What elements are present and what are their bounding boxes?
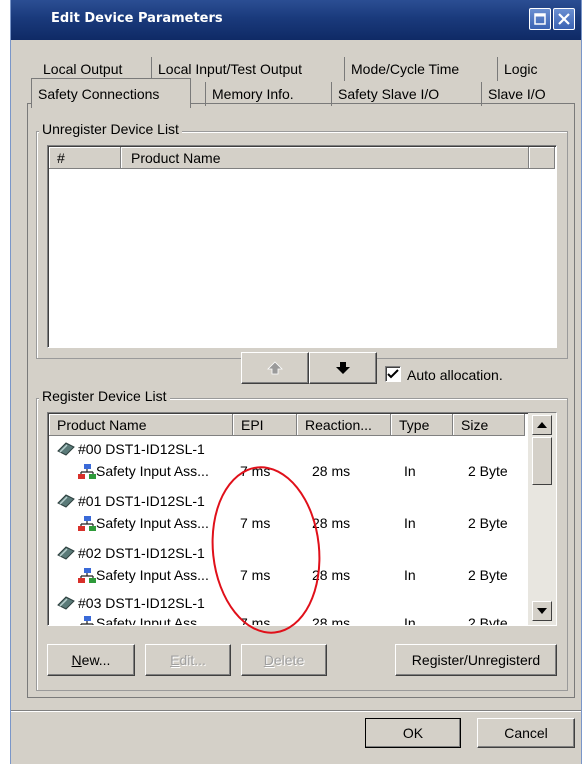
register-list-scrollbar[interactable] — [528, 413, 556, 625]
size-value: 2 Byte — [468, 615, 508, 626]
close-button[interactable] — [553, 8, 575, 30]
title-bar[interactable]: Edit Device Parameters — [11, 0, 581, 40]
unregister-col-blank — [529, 147, 555, 169]
tab-label: Slave I/O — [488, 86, 546, 102]
unregister-device-list[interactable]: # Product Name — [47, 145, 557, 348]
device-row-00[interactable]: #00 DST1-ID12SL-1 Safety Input Ass... 7 … — [48, 437, 526, 483]
device-name: #01 DST1-ID12SL-1 — [78, 493, 205, 509]
device-icon — [57, 494, 75, 508]
device-name: #02 DST1-ID12SL-1 — [78, 545, 205, 561]
arrow-up-icon — [267, 361, 283, 375]
device-icon — [57, 596, 75, 610]
epi-value: 7 ms — [240, 567, 271, 583]
bottom-separator-highlight — [11, 711, 581, 712]
ok-button-label: OK — [402, 725, 424, 741]
type-value: In — [404, 567, 416, 583]
device-row-02[interactable]: #02 DST1-ID12SL-1 Safety Input Ass... 7 … — [48, 541, 526, 587]
auto-allocation-checkbox[interactable] — [385, 366, 401, 382]
cancel-button-label: Cancel — [504, 725, 548, 741]
connection-icon — [78, 568, 96, 583]
scroll-up-arrow-icon — [537, 422, 547, 428]
column-label: # — [57, 149, 65, 166]
move-down-button[interactable] — [309, 352, 377, 384]
type-value: In — [404, 615, 416, 626]
column-label: Size — [461, 416, 489, 433]
tab-label: Memory Info. — [212, 86, 294, 102]
arrow-down-icon — [336, 362, 350, 374]
column-label: Type — [399, 416, 430, 433]
reaction-value: 28 ms — [312, 615, 351, 626]
auto-allocation-label: Auto allocation. — [407, 367, 503, 383]
checkmark-icon — [387, 369, 399, 379]
delete-button-label: Delete — [263, 652, 305, 668]
unregister-group-legend: Unregister Device List — [39, 121, 182, 137]
edit-button-label: Edit... — [170, 652, 206, 668]
tab-label: Local Input/Test Output — [158, 61, 302, 77]
column-label: EPI — [241, 416, 264, 433]
tab-logic[interactable]: Logic — [497, 57, 567, 81]
move-up-button[interactable] — [241, 352, 309, 384]
device-name: #00 DST1-ID12SL-1 — [78, 441, 205, 457]
cancel-button[interactable]: Cancel — [477, 718, 575, 748]
edit-button[interactable]: Edit... — [145, 644, 231, 676]
device-row-03[interactable]: #03 DST1-ID12SL-1 Safety Input Ass 7 ms … — [48, 591, 526, 626]
connection-icon — [78, 464, 96, 479]
scroll-down-arrow-icon — [537, 608, 547, 614]
size-value: 2 Byte — [468, 567, 508, 583]
connection-icon — [78, 516, 96, 531]
register-unregister-label: Register/Unregisterd — [411, 652, 541, 668]
connection-icon — [80, 616, 94, 625]
register-col-reaction[interactable]: Reaction... — [297, 414, 391, 436]
connection-name: Safety Input Ass... — [96, 463, 209, 479]
connection-name: Safety Input Ass — [96, 615, 198, 626]
tab-label: Logic — [504, 61, 538, 77]
device-icon — [57, 546, 75, 560]
tab-label: Safety Connections — [38, 85, 160, 102]
maximize-button[interactable] — [529, 8, 551, 30]
delete-button[interactable]: Delete — [241, 644, 327, 676]
reaction-value: 28 ms — [312, 515, 351, 531]
epi-value: 7 ms — [240, 463, 271, 479]
tab-label: Mode/Cycle Time — [351, 61, 460, 77]
register-col-size[interactable]: Size — [453, 414, 525, 436]
column-label: Reaction... — [305, 416, 372, 433]
tab-mode-cycle-time[interactable]: Mode/Cycle Time — [344, 57, 482, 81]
column-label: Product Name — [131, 149, 221, 166]
connection-name: Safety Input Ass... — [96, 567, 209, 583]
reaction-value: 28 ms — [312, 463, 351, 479]
size-value: 2 Byte — [468, 515, 508, 531]
type-value: In — [404, 515, 416, 531]
ok-button[interactable]: OK — [365, 718, 461, 748]
edit-device-parameters-window: Edit Device Parameters Local Output Loca… — [10, 0, 582, 764]
register-col-product-name[interactable]: Product Name — [49, 414, 233, 436]
device-row-01[interactable]: #01 DST1-ID12SL-1 Safety Input Ass... 7 … — [48, 489, 526, 535]
tab-safety-connections[interactable]: Safety Connections — [31, 78, 191, 108]
register-col-epi[interactable]: EPI — [233, 414, 297, 436]
epi-value: 7 ms — [240, 515, 271, 531]
scroll-thumb[interactable] — [532, 437, 552, 485]
type-value: In — [404, 463, 416, 479]
register-device-list[interactable]: Product Name EPI Reaction... Type Size #… — [47, 412, 557, 626]
epi-value: 7 ms — [240, 615, 271, 626]
window-title: Edit Device Parameters — [51, 11, 223, 26]
scroll-down-button[interactable] — [532, 601, 552, 621]
close-icon — [558, 13, 570, 25]
maximize-icon — [534, 13, 546, 25]
scroll-up-button[interactable] — [532, 415, 552, 435]
size-value: 2 Byte — [468, 463, 508, 479]
device-icon — [57, 442, 75, 456]
new-button[interactable]: New... — [47, 644, 135, 676]
tab-label: Safety Slave I/O — [338, 86, 440, 102]
unregister-col-product-name[interactable]: Product Name — [121, 147, 529, 169]
unregister-col-number[interactable]: # — [49, 147, 121, 169]
register-group-legend: Register Device List — [39, 388, 170, 404]
new-button-label: New... — [71, 652, 111, 668]
connection-name: Safety Input Ass... — [96, 515, 209, 531]
register-col-type[interactable]: Type — [391, 414, 453, 436]
column-label: Product Name — [57, 416, 147, 433]
tab-label: Local Output — [43, 61, 123, 77]
reaction-value: 28 ms — [312, 567, 351, 583]
device-name: #03 DST1-ID12SL-1 — [78, 595, 205, 611]
register-unregister-button[interactable]: Register/Unregisterd — [395, 644, 557, 676]
